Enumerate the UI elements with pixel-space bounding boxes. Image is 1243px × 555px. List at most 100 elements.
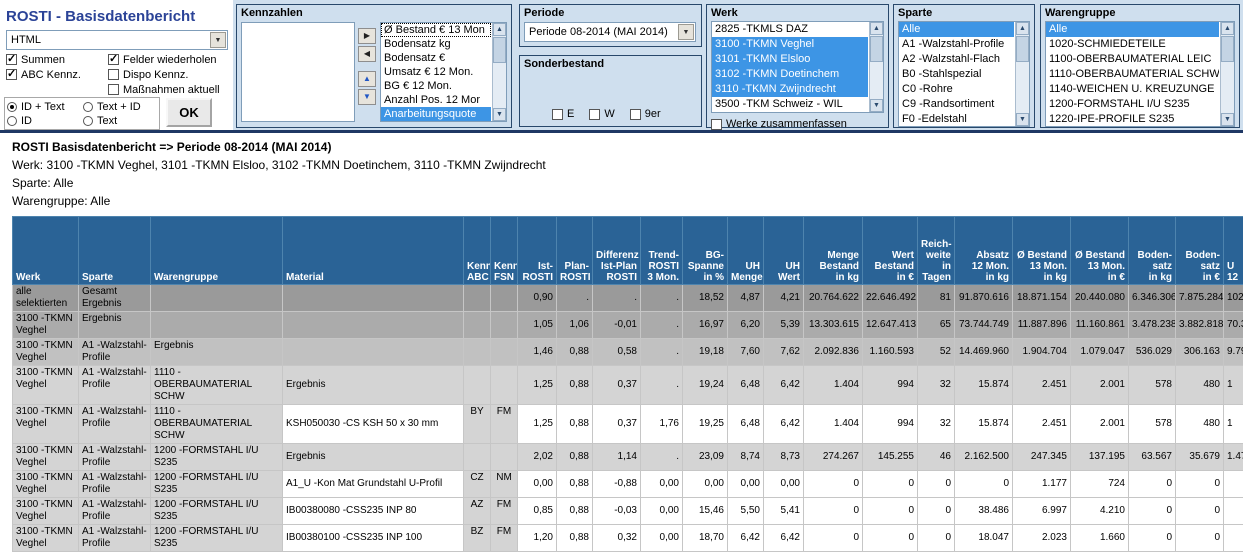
chevron-down-icon[interactable]: ▼ — [678, 24, 694, 40]
periode-panel: Periode Periode 08-2014 (MAI 2014) ▼ — [519, 4, 702, 47]
checkbox-icon[interactable] — [589, 108, 601, 120]
scroll-down-icon[interactable]: ▼ — [1016, 113, 1029, 126]
scrollbar-thumb[interactable] — [870, 36, 883, 62]
checkbox-icon[interactable] — [108, 84, 119, 95]
list-option[interactable]: Bodensatz € — [381, 51, 491, 65]
list-option[interactable]: 3101 -TKMN Elsloo — [712, 52, 868, 67]
scroll-down-icon[interactable]: ▼ — [870, 99, 883, 112]
table-cell: 1200 -FORMSTAHL I/U S235 — [150, 551, 283, 552]
warengruppe-scrollbar[interactable]: ▲ ▼ — [1220, 22, 1234, 126]
list-option[interactable]: Alle — [899, 22, 1014, 37]
list-option[interactable]: Bodensatz kg — [381, 37, 491, 51]
scroll-up-icon[interactable]: ▲ — [493, 23, 506, 36]
move-up-button[interactable]: ▲ — [358, 71, 376, 87]
scrollbar-track[interactable] — [493, 64, 506, 108]
scroll-up-icon[interactable]: ▲ — [1016, 22, 1029, 35]
list-option[interactable]: 1110-OBERBAUMATERIAL SCHW — [1046, 67, 1219, 82]
checkbox-icon[interactable] — [6, 67, 17, 80]
checkbox-abc-kennz[interactable]: ABC Kennz. — [6, 67, 104, 81]
table-cell: 1200 -FORMSTAHL I/U S235 — [150, 524, 283, 552]
radio-icon[interactable] — [7, 116, 17, 126]
list-option[interactable]: 1100-OBERBAUMATERIAL LEIC — [1046, 52, 1219, 67]
checkbox-massnahmen-aktuell[interactable]: Maßnahmen aktuell — [108, 84, 230, 96]
list-option[interactable]: F0 -Edelstahl — [899, 112, 1014, 126]
list-option[interactable]: 3100 -TKMN Veghel — [712, 37, 868, 52]
list-option[interactable]: 1020-SCHMIEDETEILE — [1046, 37, 1219, 52]
periode-select[interactable]: Periode 08-2014 (MAI 2014) ▼ — [524, 22, 696, 42]
list-option[interactable]: C9 -Randsortiment — [899, 97, 1014, 112]
warengruppe-list[interactable]: Alle 1020-SCHMIEDETEILE 1100-OBERBAUMATERI… — [1045, 21, 1235, 127]
sparte-scrollbar[interactable]: ▲ ▼ — [1015, 22, 1029, 126]
list-option[interactable]: 1220-IPE-PROFILE S235 — [1046, 112, 1219, 126]
table-row-7: 3100 -TKMN Veghel A1 -Walzstahl-Profile 12… — [12, 497, 1243, 525]
list-option[interactable]: Anzahl Pos. 12 Mor — [381, 93, 491, 107]
list-option[interactable]: 2825 -TKMLS DAZ — [712, 22, 868, 37]
scrollbar-track[interactable] — [1016, 63, 1029, 113]
checkbox-e[interactable]: E — [552, 108, 574, 120]
checkbox-icon[interactable] — [629, 108, 641, 120]
column-header-9: Trend- ROSTI 3 Mon. — [640, 216, 683, 285]
move-left-button[interactable]: ◀ — [358, 46, 376, 62]
list-option[interactable]: Ø Bestand € 13 Mon — [381, 23, 491, 37]
chevron-down-icon[interactable]: ▼ — [210, 32, 226, 48]
format-select[interactable]: HTML ▼ — [6, 30, 228, 50]
scroll-down-icon[interactable]: ▼ — [493, 108, 506, 121]
scroll-up-icon[interactable]: ▲ — [870, 22, 883, 35]
werk-list[interactable]: 2825 -TKMLS DAZ 3100 -TKMN Veghel 3101 -TK… — [711, 21, 884, 113]
checkbox-icon[interactable] — [6, 52, 17, 65]
checkbox-summen[interactable]: Summen — [6, 52, 104, 66]
list-option[interactable]: 3110 -TKMN Zwijndrecht — [712, 82, 868, 97]
scroll-up-icon[interactable]: ▲ — [1221, 22, 1234, 35]
list-option[interactable]: 1140-WEICHEN U. KREUZUNGE — [1046, 82, 1219, 97]
scrollbar-track[interactable] — [870, 63, 883, 99]
list-option[interactable]: C0 -Rohre — [899, 82, 1014, 97]
checkbox-felder-wiederholen[interactable]: Felder wiederholen — [108, 52, 230, 66]
checkbox-icon[interactable] — [108, 52, 119, 65]
list-option[interactable]: A2 -Walzstahl-Flach — [899, 52, 1014, 67]
werk-scrollbar[interactable]: ▲ ▼ — [869, 22, 883, 112]
radio-text-id[interactable]: Text + ID — [83, 101, 157, 113]
move-down-button[interactable]: ▼ — [358, 89, 376, 105]
table-cell: 0,10 — [640, 551, 683, 552]
table-cell: 1200 -FORMSTAHL I/U S235 — [150, 470, 283, 498]
scroll-down-icon[interactable]: ▼ — [1221, 113, 1234, 126]
list-option[interactable]: 3500 -TKM Schweiz - WIL — [712, 97, 868, 112]
checkbox-werke-zusammenfassen[interactable]: Werke zusammenfassen — [711, 118, 884, 130]
kennzahlen-available-list[interactable]: Ø Bestand € 13 Mon Bodensatz kg Bodensatz … — [380, 22, 507, 122]
checkbox-icon[interactable] — [552, 108, 563, 120]
radio-id[interactable]: ID — [7, 115, 83, 127]
checkbox-9er[interactable]: 9er — [629, 108, 661, 120]
scrollbar-thumb[interactable] — [1221, 36, 1234, 62]
list-option[interactable]: Alle — [1046, 22, 1219, 37]
table-cell: 6,42 — [763, 365, 804, 405]
scrollbar-track[interactable] — [1221, 63, 1234, 113]
radio-icon[interactable] — [7, 102, 17, 112]
ok-button[interactable]: OK — [166, 98, 212, 127]
radio-icon[interactable] — [83, 102, 93, 112]
list-option[interactable]: Anarbeitungsquote — [381, 107, 491, 121]
list-option[interactable]: 3102 -TKMN Doetinchem — [712, 67, 868, 82]
list-option[interactable]: A1 -Walzstahl-Profile — [899, 37, 1014, 52]
sparte-list[interactable]: Alle A1 -Walzstahl-Profile A2 -Walzstahl-F… — [898, 21, 1030, 127]
table-cell: 0 — [803, 497, 863, 525]
table-cell — [282, 284, 464, 312]
scrollbar-thumb[interactable] — [1016, 36, 1029, 62]
table-cell: 6,48 — [727, 365, 764, 405]
table-cell: 578 — [1128, 365, 1176, 405]
list-option[interactable]: Umsatz € 12 Mon. — [381, 65, 491, 79]
kennzahlen-scrollbar[interactable]: ▲ ▼ — [492, 23, 506, 121]
radio-icon[interactable] — [83, 116, 93, 126]
list-option[interactable]: BG € 12 Mon. — [381, 79, 491, 93]
radio-id-text[interactable]: ID + Text — [7, 101, 83, 113]
checkbox-icon[interactable] — [711, 118, 722, 130]
move-right-button[interactable]: ▶ — [358, 28, 376, 44]
list-option[interactable]: 1200-FORMSTAHL I/U S235 — [1046, 97, 1219, 112]
scrollbar-thumb[interactable] — [493, 37, 506, 63]
checkbox-icon[interactable] — [108, 69, 119, 80]
radio-text[interactable]: Text — [83, 115, 157, 127]
kennzahlen-selected-list[interactable] — [241, 22, 355, 122]
list-option[interactable]: B0 -Stahlspezial — [899, 67, 1014, 82]
checkbox-w[interactable]: W — [589, 108, 615, 120]
checkbox-dispo-kennz[interactable]: Dispo Kennz. — [108, 69, 230, 81]
table-cell: A1 -Walzstahl-Profile — [78, 497, 151, 525]
